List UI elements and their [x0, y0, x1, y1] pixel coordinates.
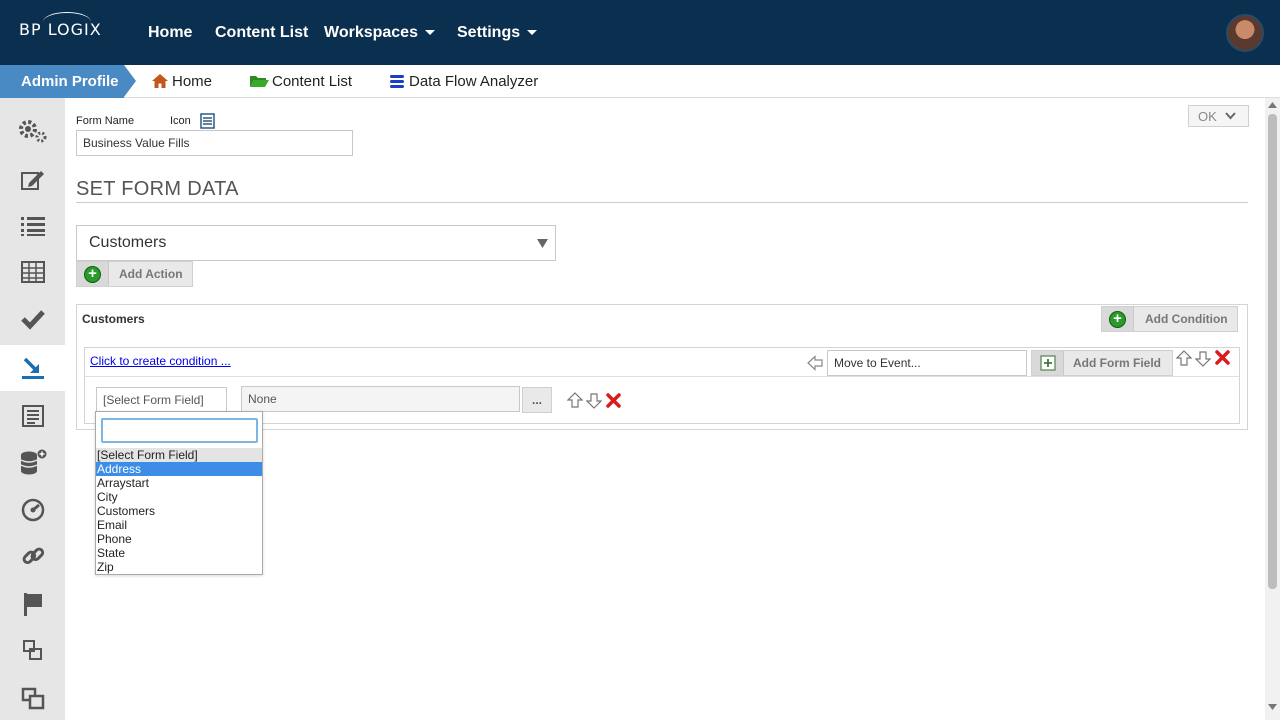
- move-to-event-input[interactable]: Move to Event...: [827, 350, 1027, 376]
- nav-workspaces-label: Workspaces: [324, 24, 418, 41]
- dropdown-option[interactable]: Phone: [96, 532, 262, 546]
- breadcrumb-content-list[interactable]: Content List: [249, 73, 352, 90]
- triangle-down-icon: [537, 239, 548, 248]
- top-navbar: BP LOGIX Home Content List Workspaces Se…: [0, 0, 1280, 65]
- dropdown-option[interactable]: Email: [96, 518, 262, 532]
- link-icon[interactable]: [0, 533, 65, 579]
- chevron-down-icon: [424, 30, 435, 36]
- dropdown-option[interactable]: [Select Form Field]: [96, 448, 262, 462]
- vertical-scrollbar[interactable]: [1265, 98, 1280, 720]
- nav-content-list[interactable]: Content List: [215, 24, 308, 42]
- delete-field-icon[interactable]: [606, 393, 621, 408]
- dropdown-option-highlighted[interactable]: Address: [96, 462, 262, 476]
- arrow-up-icon[interactable]: [1176, 350, 1192, 367]
- gears-icon[interactable]: [0, 108, 65, 154]
- breadcrumb-admin-profile[interactable]: Admin Profile: [0, 65, 136, 98]
- dropdown-option[interactable]: City: [96, 490, 262, 504]
- scroll-down-icon[interactable]: [1268, 704, 1277, 710]
- user-avatar[interactable]: [1226, 14, 1264, 52]
- ok-label: OK: [1198, 108, 1217, 124]
- nav-workspaces[interactable]: Workspaces: [324, 24, 435, 42]
- windows-icon[interactable]: [0, 676, 65, 722]
- speedometer-icon[interactable]: [0, 487, 65, 533]
- form-name-label: Form Name: [76, 115, 135, 127]
- panel-title: Customers: [82, 312, 145, 326]
- arrow-down-icon[interactable]: [586, 392, 602, 409]
- data-flow-icon: [390, 75, 404, 88]
- folder-open-icon: [250, 76, 269, 87]
- icon-label: Icon: [170, 115, 191, 127]
- list-icon[interactable]: [0, 203, 65, 249]
- ellipsis-button[interactable]: ...: [522, 387, 552, 413]
- add-icon: +: [1102, 307, 1134, 331]
- bp-logix-logo[interactable]: BP LOGIX: [19, 12, 102, 39]
- flag-icon[interactable]: [0, 581, 65, 627]
- nav-settings-label: Settings: [457, 24, 521, 41]
- main-content: Form Name Icon Business Value Fills OK S…: [65, 98, 1265, 720]
- add-form-field-label: Add Form Field: [1073, 356, 1161, 370]
- breadcrumb-bar: Admin Profile Home Content List Data Flo…: [0, 65, 1280, 98]
- dropdown-option[interactable]: Arraystart: [96, 476, 262, 490]
- scrollbar-thumb[interactable]: [1268, 114, 1277, 589]
- form-name-input[interactable]: Business Value Fills: [76, 130, 353, 156]
- home-icon: [152, 74, 168, 88]
- nav-settings[interactable]: Settings: [457, 24, 538, 42]
- scroll-up-icon[interactable]: [1268, 102, 1277, 108]
- dropdown-options: [Select Form Field] Address Arraystart C…: [96, 448, 262, 574]
- breadcrumb-data-flow-analyzer[interactable]: Data Flow Analyzer: [388, 73, 538, 90]
- chevron-down-icon: [527, 30, 538, 36]
- add-form-field-button[interactable]: Add Form Field: [1031, 350, 1173, 376]
- field-value-input[interactable]: None: [241, 386, 520, 412]
- arrow-up-icon[interactable]: [567, 392, 583, 409]
- breadcrumb-content-list-label: Content List: [272, 73, 353, 90]
- dropdown-option[interactable]: State: [96, 546, 262, 560]
- action-select-value: Customers: [89, 234, 167, 251]
- table-icon[interactable]: [0, 249, 65, 295]
- section-title: SET FORM DATA: [76, 178, 239, 200]
- add-condition-button[interactable]: + Add Condition: [1101, 306, 1238, 332]
- breadcrumb-home-label: Home: [172, 73, 213, 90]
- breadcrumb-home[interactable]: Home: [151, 73, 212, 90]
- create-condition-link[interactable]: Click to create condition ...: [90, 354, 231, 368]
- add-action-label: Add Action: [119, 267, 183, 281]
- dropdown-search-input[interactable]: [101, 418, 258, 443]
- add-icon: +: [77, 262, 109, 286]
- edit-icon[interactable]: [0, 157, 65, 203]
- check-icon[interactable]: [0, 296, 65, 342]
- ok-dropdown-button[interactable]: OK: [1188, 105, 1249, 127]
- import-icon[interactable]: [0, 345, 65, 391]
- add-condition-label: Add Condition: [1145, 312, 1228, 326]
- dropdown-option[interactable]: Zip: [96, 560, 262, 574]
- report-icon[interactable]: [0, 393, 65, 439]
- select-form-field[interactable]: [Select Form Field]: [96, 387, 227, 413]
- window-icon[interactable]: [0, 627, 65, 673]
- form-icon[interactable]: [200, 113, 215, 129]
- chevron-down-icon: [1225, 112, 1236, 120]
- database-add-icon[interactable]: [0, 439, 65, 485]
- add-action-button[interactable]: + Add Action: [76, 261, 193, 287]
- add-field-icon: [1032, 351, 1064, 375]
- nav-home[interactable]: Home: [148, 24, 192, 42]
- breadcrumb-data-flow-label: Data Flow Analyzer: [409, 73, 539, 90]
- action-select[interactable]: Customers: [76, 225, 556, 261]
- form-field-dropdown: [Select Form Field] Address Arraystart C…: [95, 411, 263, 575]
- left-sidebar: [0, 98, 65, 720]
- arrow-left-icon[interactable]: [807, 355, 823, 371]
- section-divider: [76, 202, 1248, 203]
- arrow-down-icon[interactable]: [1195, 350, 1211, 367]
- delete-condition-icon[interactable]: [1215, 350, 1230, 365]
- dropdown-option[interactable]: Customers: [96, 504, 262, 518]
